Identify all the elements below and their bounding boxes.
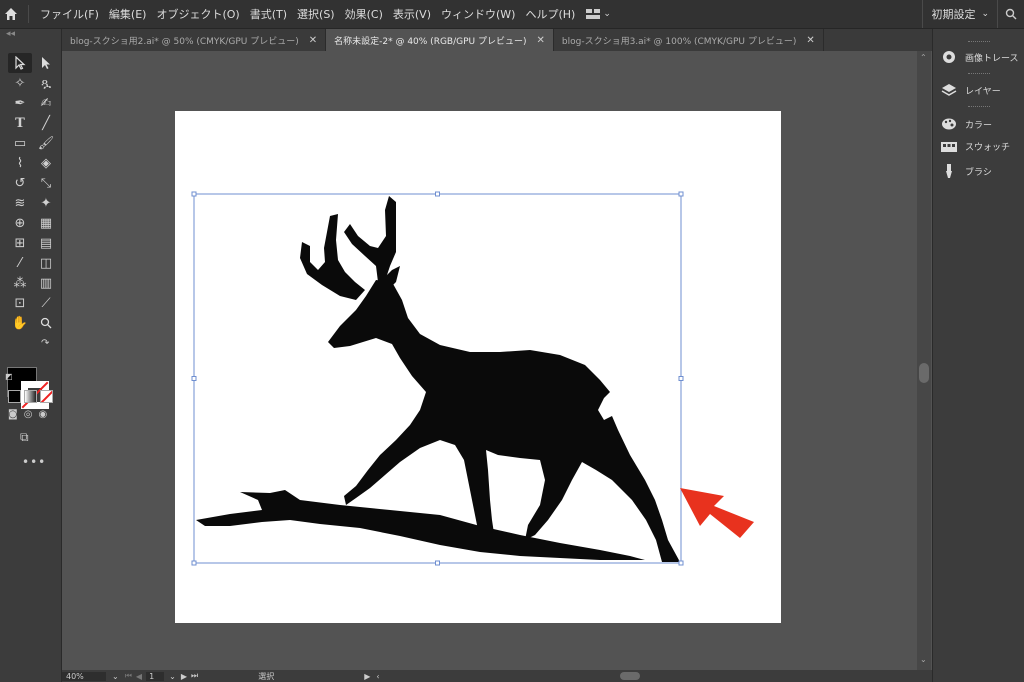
panel-swatches[interactable]: スウォッチ — [941, 140, 1010, 153]
status-menu-icon[interactable]: ▶ — [364, 672, 370, 681]
scroll-left-icon[interactable]: ‹ — [376, 672, 379, 681]
right-panel-dock: 画像トレース レイヤー カラー スウォッチ ブラシ — [932, 29, 1024, 682]
layers-icon — [941, 84, 957, 96]
next-artboard-icon[interactable]: ▶ — [181, 672, 187, 681]
prev-artboard-icon[interactable]: ◀ — [136, 672, 142, 681]
panel-layers[interactable]: レイヤー — [941, 82, 1001, 98]
panel-label: カラー — [965, 120, 993, 131]
color-palette-icon — [942, 118, 956, 130]
panel-image-trace[interactable]: 画像トレース — [941, 49, 1019, 65]
brush-icon — [946, 164, 952, 178]
panel-label: ブラシ — [965, 167, 992, 178]
horizontal-scrollbar-thumb[interactable] — [619, 672, 640, 680]
scrollbar-thumb[interactable] — [919, 363, 929, 383]
panel-label: スウォッチ — [965, 143, 1011, 153]
deer-silhouette[interactable] — [196, 196, 680, 562]
artboard-number[interactable]: 1 — [146, 671, 165, 681]
image-trace-icon — [943, 51, 955, 63]
panel-grip[interactable] — [968, 106, 990, 110]
scroll-up-icon[interactable]: ⌃ — [920, 53, 927, 62]
last-artboard-icon[interactable]: ⏭ — [191, 671, 198, 681]
panel-label: レイヤー — [965, 86, 1001, 97]
scroll-down-icon[interactable]: ⌄ — [920, 655, 927, 664]
panel-grip[interactable] — [968, 41, 990, 45]
swatches-icon — [941, 141, 957, 152]
status-bar: 40% ⌄ ⏮ ◀ 1 ⌄ ▶ ⏭ 選択 ▶ ‹ — [62, 670, 932, 682]
panel-brushes[interactable]: ブラシ — [941, 163, 992, 179]
current-tool-label: 選択 — [258, 671, 275, 681]
first-artboard-icon[interactable]: ⏮ — [125, 671, 132, 681]
panel-grip[interactable] — [968, 73, 990, 77]
panel-color[interactable]: カラー — [941, 117, 992, 131]
vertical-scrollbar[interactable]: ⌃ ⌄ — [917, 51, 931, 670]
annotation-arrow — [680, 488, 754, 538]
canvas-overlay — [191, 191, 754, 566]
chevron-down-icon[interactable]: ⌄ — [112, 672, 119, 681]
zoom-level[interactable]: 40% — [62, 671, 106, 681]
panel-label: 画像トレース — [965, 53, 1019, 64]
chevron-down-icon[interactable]: ⌄ — [169, 672, 176, 681]
